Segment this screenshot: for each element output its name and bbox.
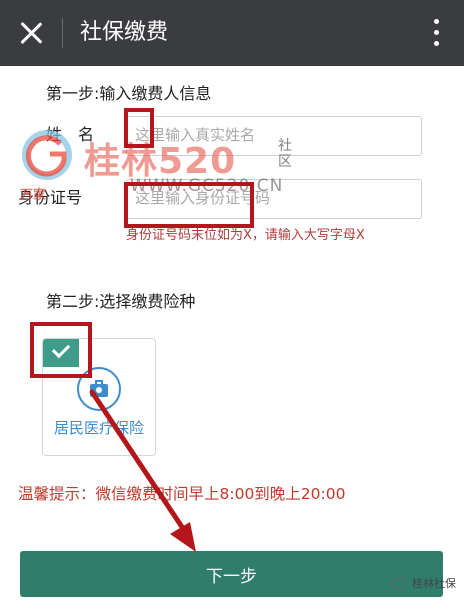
name-annotation-box	[124, 108, 154, 148]
id-annotation-box	[124, 182, 254, 228]
site-region-text: 社区	[278, 138, 292, 170]
step1-heading: 第一步:输入缴费人信息	[46, 84, 212, 103]
step2-heading: 第二步:选择缴费险种	[46, 292, 196, 311]
next-step-button[interactable]: 下一步	[20, 551, 443, 597]
wechat-icon	[391, 577, 407, 589]
site-logo-icon	[20, 128, 74, 182]
account-name: 桂林社保	[412, 577, 456, 590]
title-divider	[62, 18, 63, 48]
close-icon[interactable]	[18, 20, 44, 46]
check-annotation-box	[30, 322, 92, 378]
title-bar: 社保缴费	[0, 0, 464, 66]
tip-text: 温馨提示：微信缴费时间早上8:00到晚上20:00	[18, 485, 346, 503]
insurance-option-label: 居民医疗保险	[53, 419, 144, 437]
site-tagline: 万家	[20, 188, 47, 203]
account-watermark: 桂林社保	[391, 575, 456, 591]
page-title: 社保缴费	[80, 20, 169, 45]
more-options-icon[interactable]	[434, 19, 440, 47]
